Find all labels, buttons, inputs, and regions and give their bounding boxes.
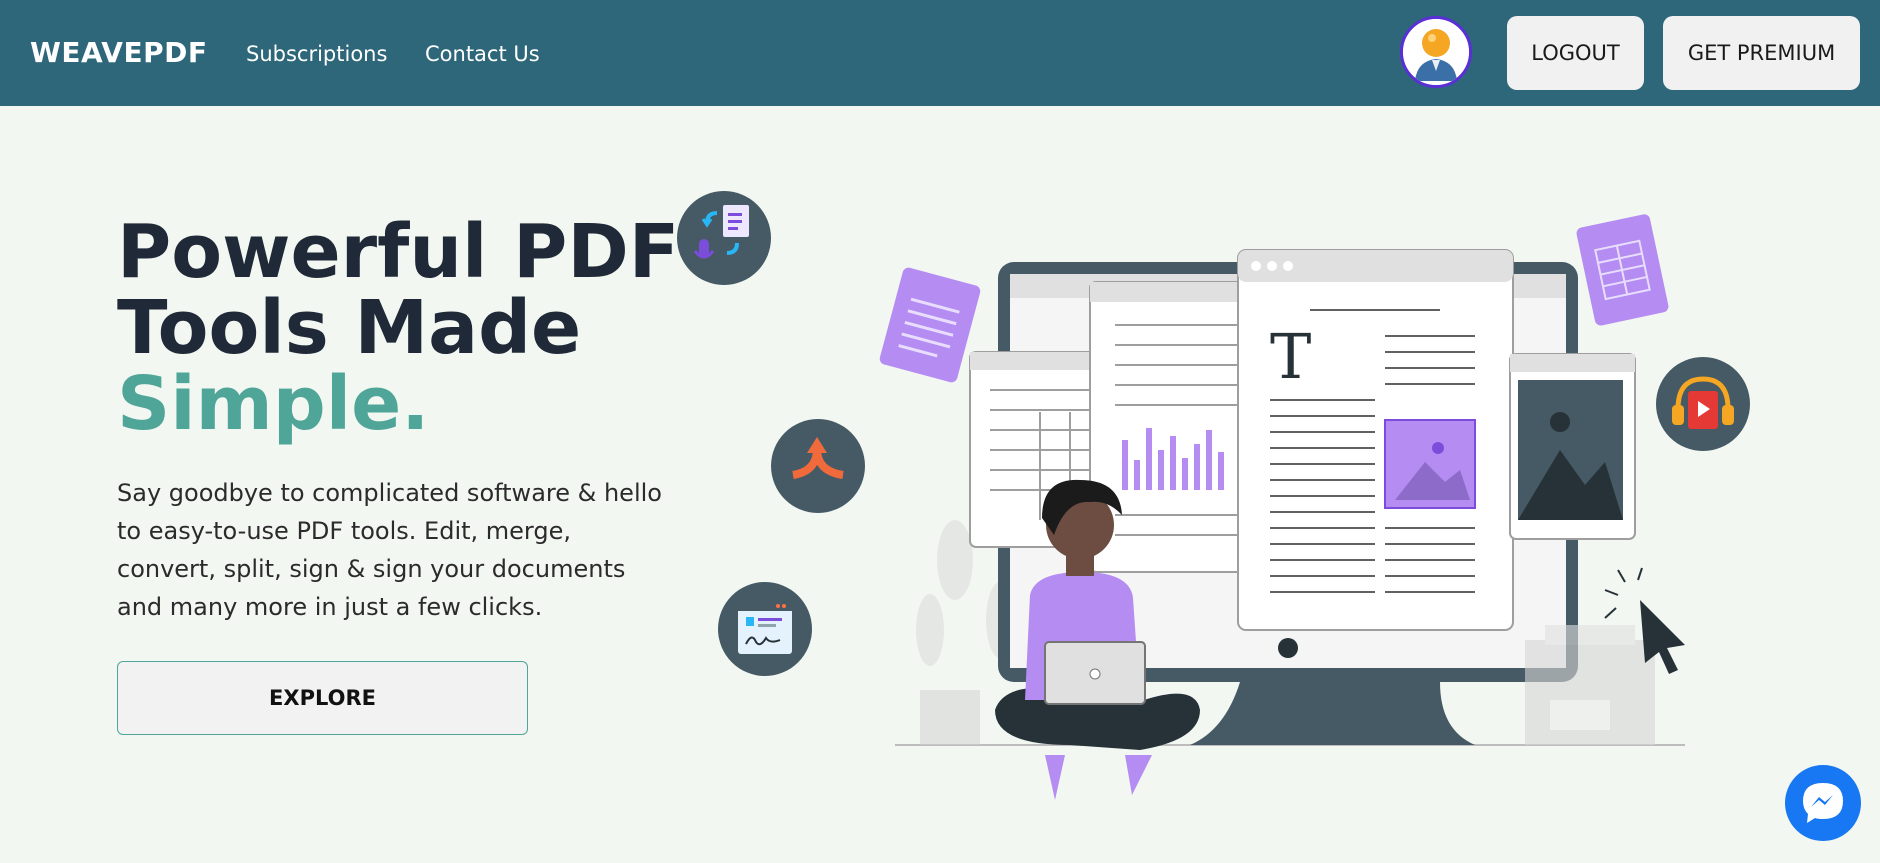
hero-title-line2: Tools Made bbox=[117, 285, 582, 371]
sign-document-icon bbox=[718, 582, 812, 676]
hero-title-accent: Simple. bbox=[117, 361, 430, 447]
nav-link-contact[interactable]: Contact Us bbox=[425, 42, 540, 66]
hero-title: Powerful PDF Tools Made Simple. bbox=[117, 214, 679, 442]
illustration-text-t: T bbox=[1270, 320, 1311, 393]
hero-illustration: T bbox=[870, 200, 1750, 814]
hero-description: Say goodbye to complicated software & he… bbox=[117, 479, 662, 621]
hero-title-line1: Powerful PDF bbox=[117, 209, 680, 295]
merge-arrows-icon bbox=[771, 419, 865, 513]
logout-button[interactable]: LOGOUT bbox=[1507, 16, 1644, 90]
messenger-icon[interactable] bbox=[1785, 765, 1861, 841]
audio-book-icon bbox=[1656, 357, 1750, 451]
brand-logo[interactable]: WEAVEPDF bbox=[30, 36, 207, 69]
explore-button[interactable]: EXPLORE bbox=[117, 661, 528, 735]
top-navbar: WEAVEPDF Subscriptions Contact Us LOGOUT… bbox=[0, 0, 1880, 106]
user-avatar-icon[interactable] bbox=[1400, 16, 1472, 88]
convert-document-icon bbox=[677, 191, 771, 285]
get-premium-button[interactable]: GET PREMIUM bbox=[1663, 16, 1860, 90]
nav-link-subscriptions[interactable]: Subscriptions bbox=[246, 42, 387, 66]
